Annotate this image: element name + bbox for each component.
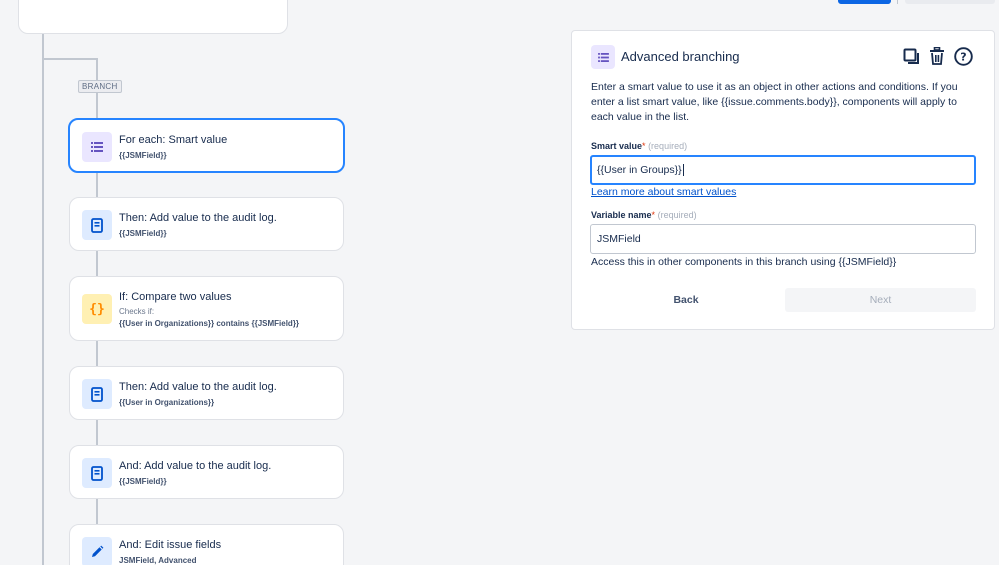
card-title: And: Add value to the audit log. xyxy=(119,460,272,472)
previous-rule-card[interactable] xyxy=(18,0,288,34)
card-subtitle: {{JSMField}} xyxy=(119,229,167,238)
list-icon xyxy=(591,45,615,69)
card-title: If: Compare two values xyxy=(119,291,232,303)
branch-curve xyxy=(42,58,98,60)
list-icon xyxy=(82,132,112,162)
svg-text:?: ? xyxy=(960,50,966,63)
braces-icon: {} xyxy=(82,294,112,324)
card-subtitle: JSMField, Advanced xyxy=(119,556,197,565)
variable-helper-text: Access this in other components in this … xyxy=(591,256,897,268)
advanced-branching-panel: Advanced branching ? Enter a smart value… xyxy=(571,30,995,330)
card-subtitle: {{User in Organizations}} contains {{JSM… xyxy=(119,319,300,328)
variable-name-label: Variable name* (required) xyxy=(591,210,697,220)
help-icon[interactable]: ? xyxy=(952,45,974,67)
document-icon xyxy=(82,379,112,409)
card-audit-log-2[interactable]: Then: Add value to the audit log. {{User… xyxy=(69,366,344,420)
learn-more-link[interactable]: Learn more about smart values xyxy=(591,186,736,198)
back-button[interactable]: Back xyxy=(591,288,781,312)
card-note: Checks if: xyxy=(119,307,155,316)
card-title: And: Edit issue fields xyxy=(119,539,222,551)
header-secondary-button[interactable] xyxy=(905,0,995,4)
card-for-each[interactable]: For each: Smart value {{JSMField}} xyxy=(68,118,345,173)
document-icon xyxy=(82,210,112,240)
branch-tag: BRANCH xyxy=(78,80,122,93)
card-compare-values[interactable]: {} If: Compare two values Checks if: {{U… xyxy=(69,276,344,341)
panel-description: Enter a smart value to use it as an obje… xyxy=(591,81,958,123)
copy-icon[interactable] xyxy=(900,45,922,67)
smart-value-input[interactable]: {{User in Groups}} xyxy=(590,155,976,185)
header-divider xyxy=(897,0,898,4)
panel-actions: ? xyxy=(900,45,974,67)
document-icon xyxy=(82,458,112,488)
card-title: Then: Add value to the audit log. xyxy=(119,381,277,393)
variable-name-input[interactable]: JSMField xyxy=(590,224,976,254)
card-subtitle: {{JSMField}} xyxy=(119,151,167,160)
header-primary-button[interactable] xyxy=(838,0,891,4)
pencil-icon xyxy=(82,537,112,565)
card-subtitle: {{User in Organizations}} xyxy=(119,398,215,407)
card-title: For each: Smart value xyxy=(119,134,228,146)
panel-title: Advanced branching xyxy=(621,49,740,64)
trunk-line xyxy=(42,34,44,565)
card-subtitle: {{JSMField}} xyxy=(119,477,167,486)
card-edit-issue-fields[interactable]: And: Edit issue fields JSMField, Advance… xyxy=(69,524,344,565)
card-audit-log-3[interactable]: And: Add value to the audit log. {{JSMFi… xyxy=(69,445,344,499)
card-title: Then: Add value to the audit log. xyxy=(119,212,277,224)
next-button[interactable]: Next xyxy=(785,288,976,312)
card-audit-log-1[interactable]: Then: Add value to the audit log. {{JSMF… xyxy=(69,197,344,251)
trash-icon[interactable] xyxy=(926,45,948,67)
smart-value-label: Smart value* (required) xyxy=(591,141,688,151)
